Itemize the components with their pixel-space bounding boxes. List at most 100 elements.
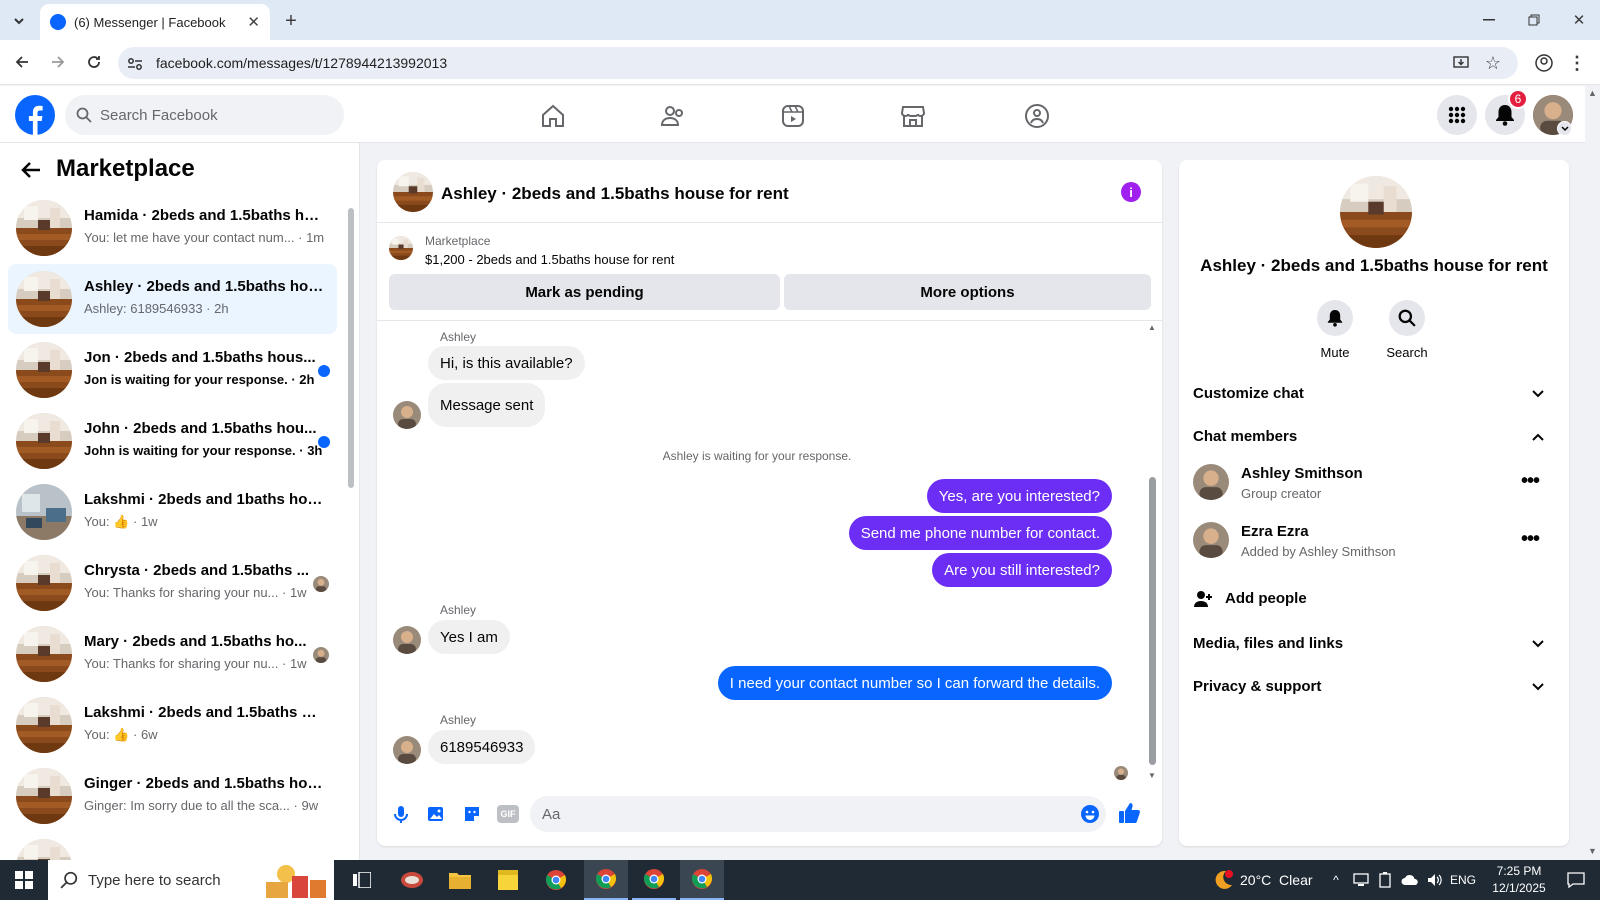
member-avatar[interactable] [1193,522,1229,558]
message-bubble-outgoing[interactable]: Yes, are you interested? [926,479,1112,513]
clock-date[interactable]: 12/1/2025 [1484,881,1554,895]
like-thumbs-up-icon[interactable] [1117,801,1141,825]
file-explorer-icon[interactable] [440,860,480,900]
conversation-item-jon[interactable]: Jon · 2beds and 1.5baths hous... Jon is … [8,335,337,405]
conversation-item-ginger[interactable]: Ginger · 2beds and 1.5baths hou... Ginge… [8,761,337,831]
home-icon[interactable] [536,99,570,133]
member-avatar[interactable] [1193,464,1229,500]
add-people-button[interactable]: Add people [1225,590,1307,607]
marketplace-icon[interactable] [896,99,930,133]
browser-tab[interactable]: (6) Messenger | Facebook ✕ [40,4,270,40]
conversation-item-ashley[interactable]: Ashley · 2beds and 1.5baths hou... Ashle… [8,264,337,334]
chrome-profile-icon-2[interactable] [632,860,676,900]
task-view-icon[interactable] [342,860,382,900]
photo-icon[interactable] [426,804,446,824]
conversation-item-mary[interactable]: Mary · 2beds and 1.5baths ho... You: Tha… [8,619,337,689]
chevron-up-icon[interactable] [1531,432,1545,442]
clock-time[interactable]: 7:25 PM [1484,864,1554,878]
chat-header-avatar[interactable] [393,172,433,212]
onedrive-cloud-icon[interactable] [1398,860,1422,900]
member-options-icon[interactable]: ••• [1521,470,1540,493]
chevron-down-icon[interactable] [1531,389,1545,399]
member-options-icon[interactable]: ••• [1521,528,1540,551]
mute-bell-icon[interactable] [1317,300,1353,336]
chevron-down-icon[interactable] [1531,682,1545,692]
restore-icon[interactable] [1519,8,1549,32]
page-scroll-down-icon[interactable]: ▼ [1588,846,1597,856]
sticker-icon[interactable] [462,804,482,824]
chat-title[interactable]: Ashley · 2beds and 1.5baths house for re… [441,184,789,204]
customize-chat-section[interactable]: Customize chat [1193,385,1304,402]
message-input[interactable]: Aa [530,796,1106,832]
windows-start-icon[interactable] [0,860,48,900]
message-bubble-outgoing[interactable]: I need your contact number so I can forw… [717,666,1112,700]
info-icon[interactable]: i [1121,182,1141,202]
conversation-item-hamida[interactable]: Hamida · 2beds and 1.5baths ho... You: l… [8,193,337,263]
sidebar-scrollbar[interactable] [348,208,354,488]
chat-members-section[interactable]: Chat members [1193,428,1297,445]
gif-icon[interactable]: GIF [497,805,519,823]
app-taskbar-icon[interactable] [392,860,432,900]
language-indicator[interactable]: ENG [1450,860,1476,900]
back-icon[interactable] [10,50,34,74]
battery-icon[interactable] [1374,860,1396,900]
page-scroll-up-icon[interactable]: ▲ [1588,88,1597,98]
conversation-item-john[interactable]: John · 2beds and 1.5baths hou... John is… [8,406,337,476]
message-bubble-incoming[interactable]: Message sent [428,383,546,427]
facebook-search-input[interactable]: Search Facebook [65,95,344,135]
mark-pending-button[interactable]: Mark as pending [389,274,780,310]
network-icon[interactable] [1350,860,1372,900]
chrome-icon[interactable] [536,860,576,900]
show-hidden-icons-icon[interactable]: ^ [1326,860,1346,900]
member-name[interactable]: Ashley Smithson [1241,465,1363,482]
message-bubble-outgoing[interactable]: Are you still interested? [932,553,1112,587]
url-bar[interactable]: facebook.com/messages/t/1278944213992013 [118,47,1518,79]
sender-avatar[interactable] [393,736,421,764]
reload-icon[interactable] [82,50,106,74]
tab-close-icon[interactable]: ✕ [247,13,260,31]
message-bubble-incoming[interactable]: Hi, is this available? [428,346,585,380]
video-icon[interactable] [776,99,810,133]
groups-icon[interactable] [1020,99,1054,133]
message-bubble-outgoing[interactable]: Send me phone number for contact. [848,516,1112,550]
sender-avatar[interactable] [393,626,421,654]
forward-icon[interactable] [46,50,70,74]
notification-center-icon[interactable] [1560,860,1592,900]
site-info-icon[interactable] [126,55,144,73]
weather-text[interactable]: 20°C Clear [1240,860,1313,900]
listing-detail[interactable]: $1,200 - 2beds and 1.5baths house for re… [425,252,674,267]
privacy-support-section[interactable]: Privacy & support [1193,678,1321,695]
chevron-down-icon[interactable] [1531,639,1545,649]
conversation-item-chrysta[interactable]: Chrysta · 2beds and 1.5baths ... You: Th… [8,548,337,618]
message-bubble-incoming[interactable]: 6189546933 [428,730,536,764]
install-app-icon[interactable] [1450,52,1472,74]
member-name[interactable]: Ezra Ezra [1241,523,1309,540]
sender-avatar[interactable] [393,401,421,429]
microphone-icon[interactable] [391,804,411,824]
new-tab-icon[interactable]: + [278,8,304,34]
conversation-item-lakshmi-2[interactable]: Lakshmi · 2beds and 1.5baths ho... You: … [8,690,337,760]
message-bubble-incoming[interactable]: Yes I am [428,620,510,654]
tab-search-icon[interactable] [8,10,30,32]
friends-icon[interactable] [656,99,690,133]
close-window-icon[interactable]: ✕ [1564,8,1594,32]
sticky-notes-icon[interactable] [488,860,528,900]
chat-info-avatar[interactable] [1340,176,1412,248]
conversation-item-lakshmi[interactable]: Lakshmi · 2beds and 1baths hou... You: 👍… [8,477,337,547]
account-chevron-icon[interactable] [1557,121,1572,136]
conversation-item-partial[interactable] [8,832,337,860]
back-arrow-icon[interactable] [20,159,42,181]
minimize-icon[interactable] [1474,8,1504,32]
weather-moon-icon[interactable] [1208,860,1238,900]
browser-menu-icon[interactable]: ⋮ [1566,52,1588,74]
add-person-icon[interactable] [1193,589,1213,609]
emoji-icon[interactable] [1080,804,1100,824]
media-files-links-section[interactable]: Media, files and links [1193,635,1343,652]
profile-icon[interactable] [1533,52,1555,74]
bookmark-star-icon[interactable]: ☆ [1482,52,1504,74]
volume-icon[interactable] [1424,860,1446,900]
facebook-logo-icon[interactable] [15,95,55,135]
search-in-chat-icon[interactable] [1389,300,1425,336]
chrome-profile-icon-3[interactable] [680,860,724,900]
more-options-button[interactable]: More options [784,274,1151,310]
